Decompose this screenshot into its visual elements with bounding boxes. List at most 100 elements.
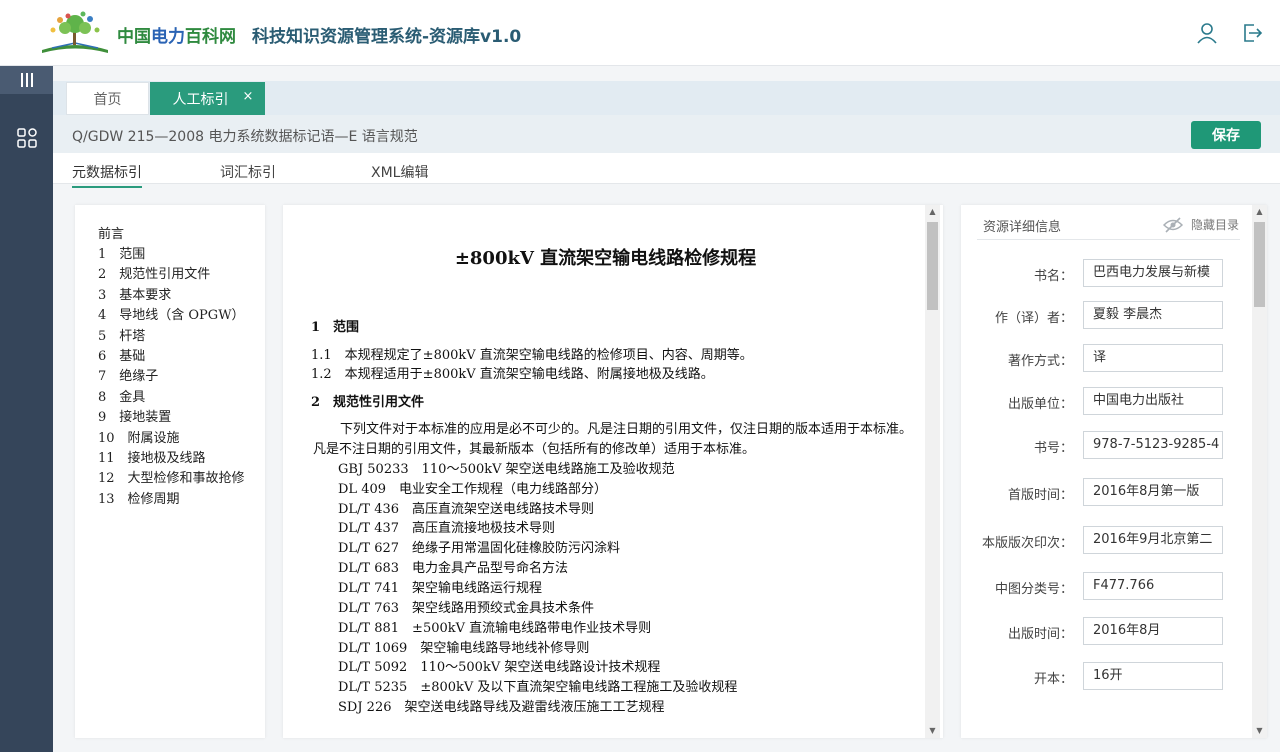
close-icon[interactable]: × — [241, 90, 255, 104]
reference-item: DL/T 741 架空输电线路运行规程 — [338, 581, 543, 596]
field-book-title: 书名： 巴西电力发展与新模 — [961, 259, 1251, 289]
tab-label: 人工标引 — [172, 91, 229, 108]
tab-vocabulary-indexing[interactable]: 词汇标引 — [220, 162, 276, 182]
paragraph: 1.2 本规程适用于±800kV 直流架空输电线路、附属接地极及线路。 — [311, 367, 714, 382]
section-heading: 1 范围 — [311, 320, 360, 335]
reference-item: GBJ 50233 110～500kV 架空送电线路施工及验收规范 — [338, 462, 675, 477]
tab-home[interactable]: 首页 — [66, 82, 149, 115]
edition-print-input[interactable]: 2016年9月北京第二 — [1083, 526, 1223, 554]
reference-item: SDJ 226 架空送电线路导线及避雷线液压施工工艺规程 — [338, 700, 665, 715]
toc-item[interactable]: 8 金具 — [98, 386, 145, 405]
field-label: 中图分类号： — [994, 582, 1073, 597]
book-title-input[interactable]: 巴西电力发展与新模 — [1083, 259, 1223, 287]
toc-item[interactable]: 1 范围 — [98, 243, 145, 262]
toc-item[interactable]: 前言 — [98, 223, 124, 242]
scroll-down-arrow-icon[interactable]: ▼ — [1252, 724, 1267, 738]
publisher-input[interactable]: 中国电力出版社 — [1083, 387, 1223, 415]
detail-scrollbar[interactable]: ▲ ▼ — [1252, 205, 1267, 738]
reference-item: DL/T 881 ±500kV 直流输电线路带电作业技术导则 — [338, 621, 652, 636]
authorship-mode-input[interactable]: 译 — [1083, 344, 1223, 372]
system-title: 科技知识资源管理系统-资源库v1.0 — [252, 27, 522, 47]
field-publish-date: 出版时间： 2016年8月 — [961, 617, 1251, 647]
publish-date-input[interactable]: 2016年8月 — [1083, 617, 1223, 645]
reference-item: DL/T 627 绝缘子用常温固化硅橡胶防污闪涂料 — [338, 541, 621, 556]
tab-metadata-indexing[interactable]: 元数据标引 — [72, 162, 142, 188]
first-edition-input[interactable]: 2016年8月第一版 — [1083, 478, 1223, 506]
field-label: 首版时间： — [1007, 488, 1073, 503]
toc-item[interactable]: 3 基本要求 — [98, 284, 171, 303]
section-heading: 2 规范性引用文件 — [311, 395, 425, 410]
save-button[interactable]: 保存 — [1191, 121, 1261, 149]
detail-heading: 资源详细信息 — [983, 220, 1062, 235]
reference-item: DL/T 683 电力金具产品型号命名方法 — [338, 561, 569, 576]
logout-icon[interactable] — [1241, 22, 1263, 44]
field-label: 出版单位： — [1007, 397, 1073, 412]
reference-item: DL/T 5235 ±800kV 及以下直流架空输电线路工程施工及验收规程 — [338, 680, 738, 695]
reference-item: DL/T 1069 架空输电线路导地线补修导则 — [338, 641, 590, 656]
user-icon[interactable] — [1196, 22, 1218, 44]
reference-item: DL 409 电业安全工作规程（电力线路部分） — [338, 482, 608, 497]
document-content: ±800kV 直流架空输电线路检修规程 1 范围 1.1 本规程规定了±800k… — [283, 205, 943, 738]
field-publisher: 出版单位： 中国电力出版社 — [961, 387, 1251, 417]
divider — [977, 239, 1240, 240]
toc-item[interactable]: 10 附属设施 — [98, 427, 180, 446]
toc-item[interactable]: 12 大型检修和事故抢修 — [98, 467, 245, 486]
field-author: 作（译）者： 夏毅 李晨杰 — [961, 301, 1251, 331]
scrollbar-thumb[interactable] — [1254, 222, 1265, 307]
toc-item[interactable]: 4 导地线（含 OPGW） — [98, 304, 245, 323]
field-isbn: 书号： 978-7-5123-9285-4 — [961, 431, 1251, 461]
scroll-up-arrow-icon[interactable]: ▲ — [1252, 205, 1267, 219]
tab-bar: 首页 人工标引 × — [53, 81, 1280, 115]
tab-label: 首页 — [93, 91, 122, 108]
sidebar — [0, 66, 53, 752]
toc-item[interactable]: 7 绝缘子 — [98, 365, 158, 384]
content-scrollbar[interactable]: ▲ ▼ — [925, 205, 940, 738]
field-authorship-mode: 著作方式： 译 — [961, 344, 1251, 374]
field-label: 作（译）者： — [994, 311, 1073, 326]
reference-item: DL/T 436 高压直流架空送电线路技术导则 — [338, 502, 595, 517]
reference-item: DL/T 5092 110～500kV 架空送电线路设计技术规程 — [338, 660, 661, 675]
sub-tabs: 元数据标引 词汇标引 XML编辑 — [53, 153, 1280, 188]
brand-name: 中国电力百科网 — [117, 27, 236, 47]
author-input[interactable]: 夏毅 李晨杰 — [1083, 301, 1223, 329]
top-bar: 中国电力百科网 科技知识资源管理系统-资源库v1.0 — [0, 0, 1280, 66]
toc-item[interactable]: 9 接地装置 — [98, 406, 171, 425]
reference-item: DL/T 763 架空线路用预绞式金具技术条件 — [338, 601, 595, 616]
toc-item[interactable]: 2 规范性引用文件 — [98, 263, 210, 282]
grid-apps-icon — [16, 128, 37, 148]
eye-off-icon — [1163, 216, 1183, 233]
scroll-down-arrow-icon[interactable]: ▼ — [925, 724, 940, 738]
field-label: 书名： — [1033, 269, 1073, 284]
toc-item[interactable]: 11 接地极及线路 — [98, 447, 206, 466]
menu-bars-icon — [20, 73, 33, 87]
hide-toc-button[interactable]: 隐藏目录 — [1163, 216, 1239, 233]
toc-item[interactable]: 6 基础 — [98, 345, 145, 364]
scroll-up-arrow-icon[interactable]: ▲ — [925, 205, 940, 219]
hide-toc-label: 隐藏目录 — [1191, 218, 1240, 232]
field-format: 开本： 16开 — [961, 662, 1251, 692]
toc-item[interactable]: 5 杆塔 — [98, 325, 145, 344]
field-label: 开本： — [1033, 672, 1073, 687]
scrollbar-thumb[interactable] — [927, 222, 938, 310]
format-input[interactable]: 16开 — [1083, 662, 1223, 690]
field-label: 出版时间： — [1007, 627, 1073, 642]
paragraph: 1.1 本规程规定了±800kV 直流架空输电线路的检修项目、内容、周期等。 — [311, 348, 753, 363]
tab-manual-indexing[interactable]: 人工标引 × — [150, 82, 265, 115]
field-label: 本版版次印次： — [981, 536, 1073, 551]
table-of-contents: 前言 1 范围 2 规范性引用文件 3 基本要求 4 导地线（含 OPGW） 5… — [75, 205, 265, 738]
menu-toggle-button[interactable] — [0, 66, 53, 94]
apps-button[interactable] — [0, 124, 53, 152]
field-label: 书号： — [1033, 441, 1073, 456]
toc-item[interactable]: 13 检修周期 — [98, 488, 180, 507]
classification-input[interactable]: F477.766 — [1083, 572, 1223, 600]
isbn-input[interactable]: 978-7-5123-9285-4 — [1083, 431, 1223, 459]
field-first-edition: 首版时间： 2016年8月第一版 — [961, 478, 1251, 508]
reference-item: DL/T 437 高压直流接地极技术导则 — [338, 521, 556, 536]
logo-tree-icon — [42, 11, 108, 53]
paragraph: 凡是不注日期的引用文件，其最新版本（包括所有的修改单）适用于本标准。 — [313, 442, 756, 457]
field-label: 著作方式： — [1007, 354, 1073, 369]
paragraph: 下列文件对于本标准的应用是必不可少的。凡是注日期的引用文件，仅注日期的版本适用于… — [340, 422, 913, 437]
field-edition-print: 本版版次印次： 2016年9月北京第二 — [961, 526, 1251, 556]
document-title: ±800kV 直流架空输电线路检修规程 — [454, 248, 757, 269]
tab-xml-edit[interactable]: XML编辑 — [371, 162, 428, 182]
